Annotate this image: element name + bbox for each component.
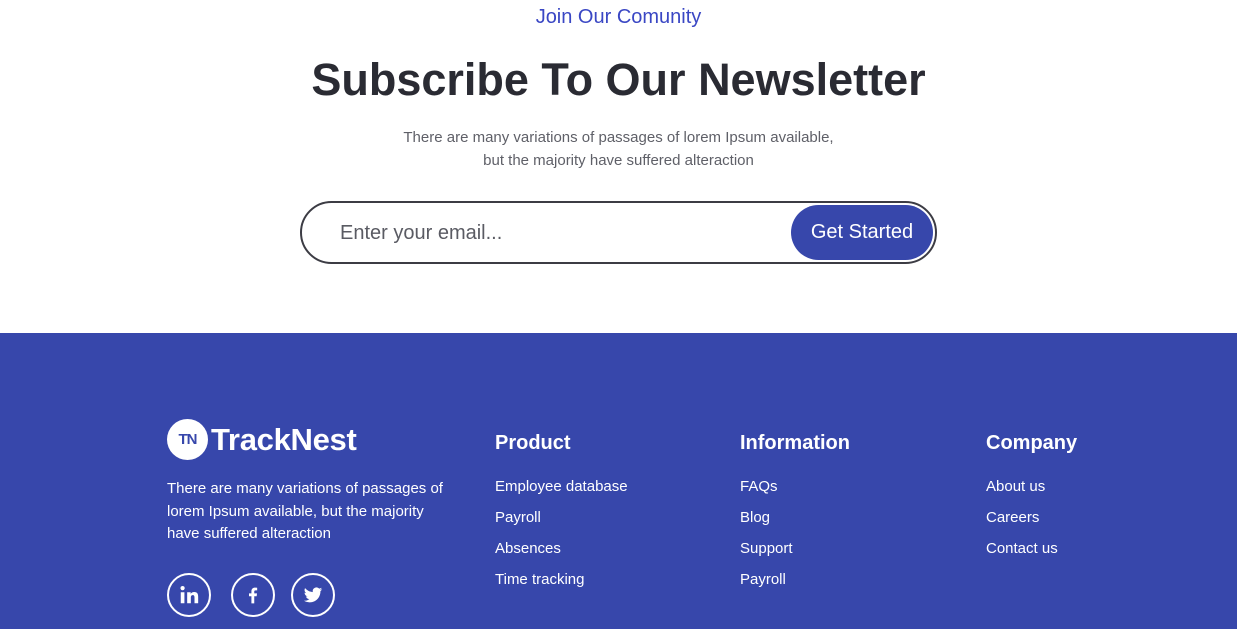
footer-link-support[interactable]: Support — [740, 540, 793, 557]
footer-column-information: Information FAQs Blog Support Payroll — [740, 429, 850, 595]
newsletter-title: Subscribe To Our Newsletter — [311, 54, 926, 105]
footer-link-about-us[interactable]: About us — [986, 478, 1045, 495]
footer-column-title: Information — [740, 432, 850, 454]
twitter-icon — [302, 585, 324, 605]
list-item: Contact us — [986, 533, 1077, 564]
brand-logo[interactable]: TN TrackNest — [167, 419, 357, 460]
get-started-button[interactable]: Get Started — [791, 205, 933, 260]
brand-name: TrackNest — [211, 422, 357, 457]
newsletter-section: Join Our Comunity Subscribe To Our Newsl… — [0, 0, 1237, 333]
linkedin-button[interactable] — [167, 573, 211, 617]
facebook-icon — [243, 584, 263, 606]
footer-link-payroll[interactable]: Payroll — [495, 509, 541, 526]
list-item: FAQs — [740, 471, 850, 502]
footer-link-faqs[interactable]: FAQs — [740, 478, 778, 495]
linkedin-icon — [178, 584, 200, 606]
footer-link-time-tracking[interactable]: Time tracking — [495, 571, 584, 588]
footer-link-list: Employee database Payroll Absences Time … — [495, 471, 628, 595]
footer-about-text: There are many variations of passages of… — [167, 480, 443, 542]
list-item: Payroll — [740, 564, 850, 595]
site-footer: TN TrackNest There are many variations o… — [0, 333, 1237, 629]
footer-link-employee-database[interactable]: Employee database — [495, 478, 628, 495]
footer-link-blog[interactable]: Blog — [740, 509, 770, 526]
newsletter-description: There are many variations of passages of… — [0, 126, 1237, 172]
footer-column-title: Product — [495, 432, 571, 454]
social-links — [167, 573, 355, 617]
twitter-button[interactable] — [291, 573, 335, 617]
facebook-button[interactable] — [231, 573, 275, 617]
list-item: Time tracking — [495, 564, 628, 595]
brand-mark-icon: TN — [167, 419, 208, 460]
list-item: Payroll — [495, 502, 628, 533]
footer-link-list: About us Careers Contact us — [986, 471, 1077, 564]
footer-link-careers[interactable]: Careers — [986, 509, 1039, 526]
email-input[interactable] — [340, 215, 770, 251]
list-item: Blog — [740, 502, 850, 533]
footer-link-list: FAQs Blog Support Payroll — [740, 471, 850, 595]
list-item: Absences — [495, 533, 628, 564]
list-item: Employee database — [495, 471, 628, 502]
footer-column-product: Product Employee database Payroll Absenc… — [495, 429, 628, 595]
footer-column-company: Company About us Careers Contact us — [986, 429, 1077, 564]
newsletter-description-line-2: but the majority have suffered alteracti… — [483, 152, 754, 169]
footer-link-contact-us[interactable]: Contact us — [986, 540, 1058, 557]
footer-link-absences[interactable]: Absences — [495, 540, 561, 557]
list-item: Careers — [986, 502, 1077, 533]
join-community-link[interactable]: Join Our Comunity — [0, 4, 1237, 30]
list-item: About us — [986, 471, 1077, 502]
newsletter-description-line-1: There are many variations of passages of… — [403, 129, 834, 146]
footer-column-title: Company — [986, 432, 1078, 454]
subscribe-form: Get Started — [300, 201, 937, 264]
footer-link-payroll-info[interactable]: Payroll — [740, 571, 786, 588]
list-item: Support — [740, 533, 850, 564]
